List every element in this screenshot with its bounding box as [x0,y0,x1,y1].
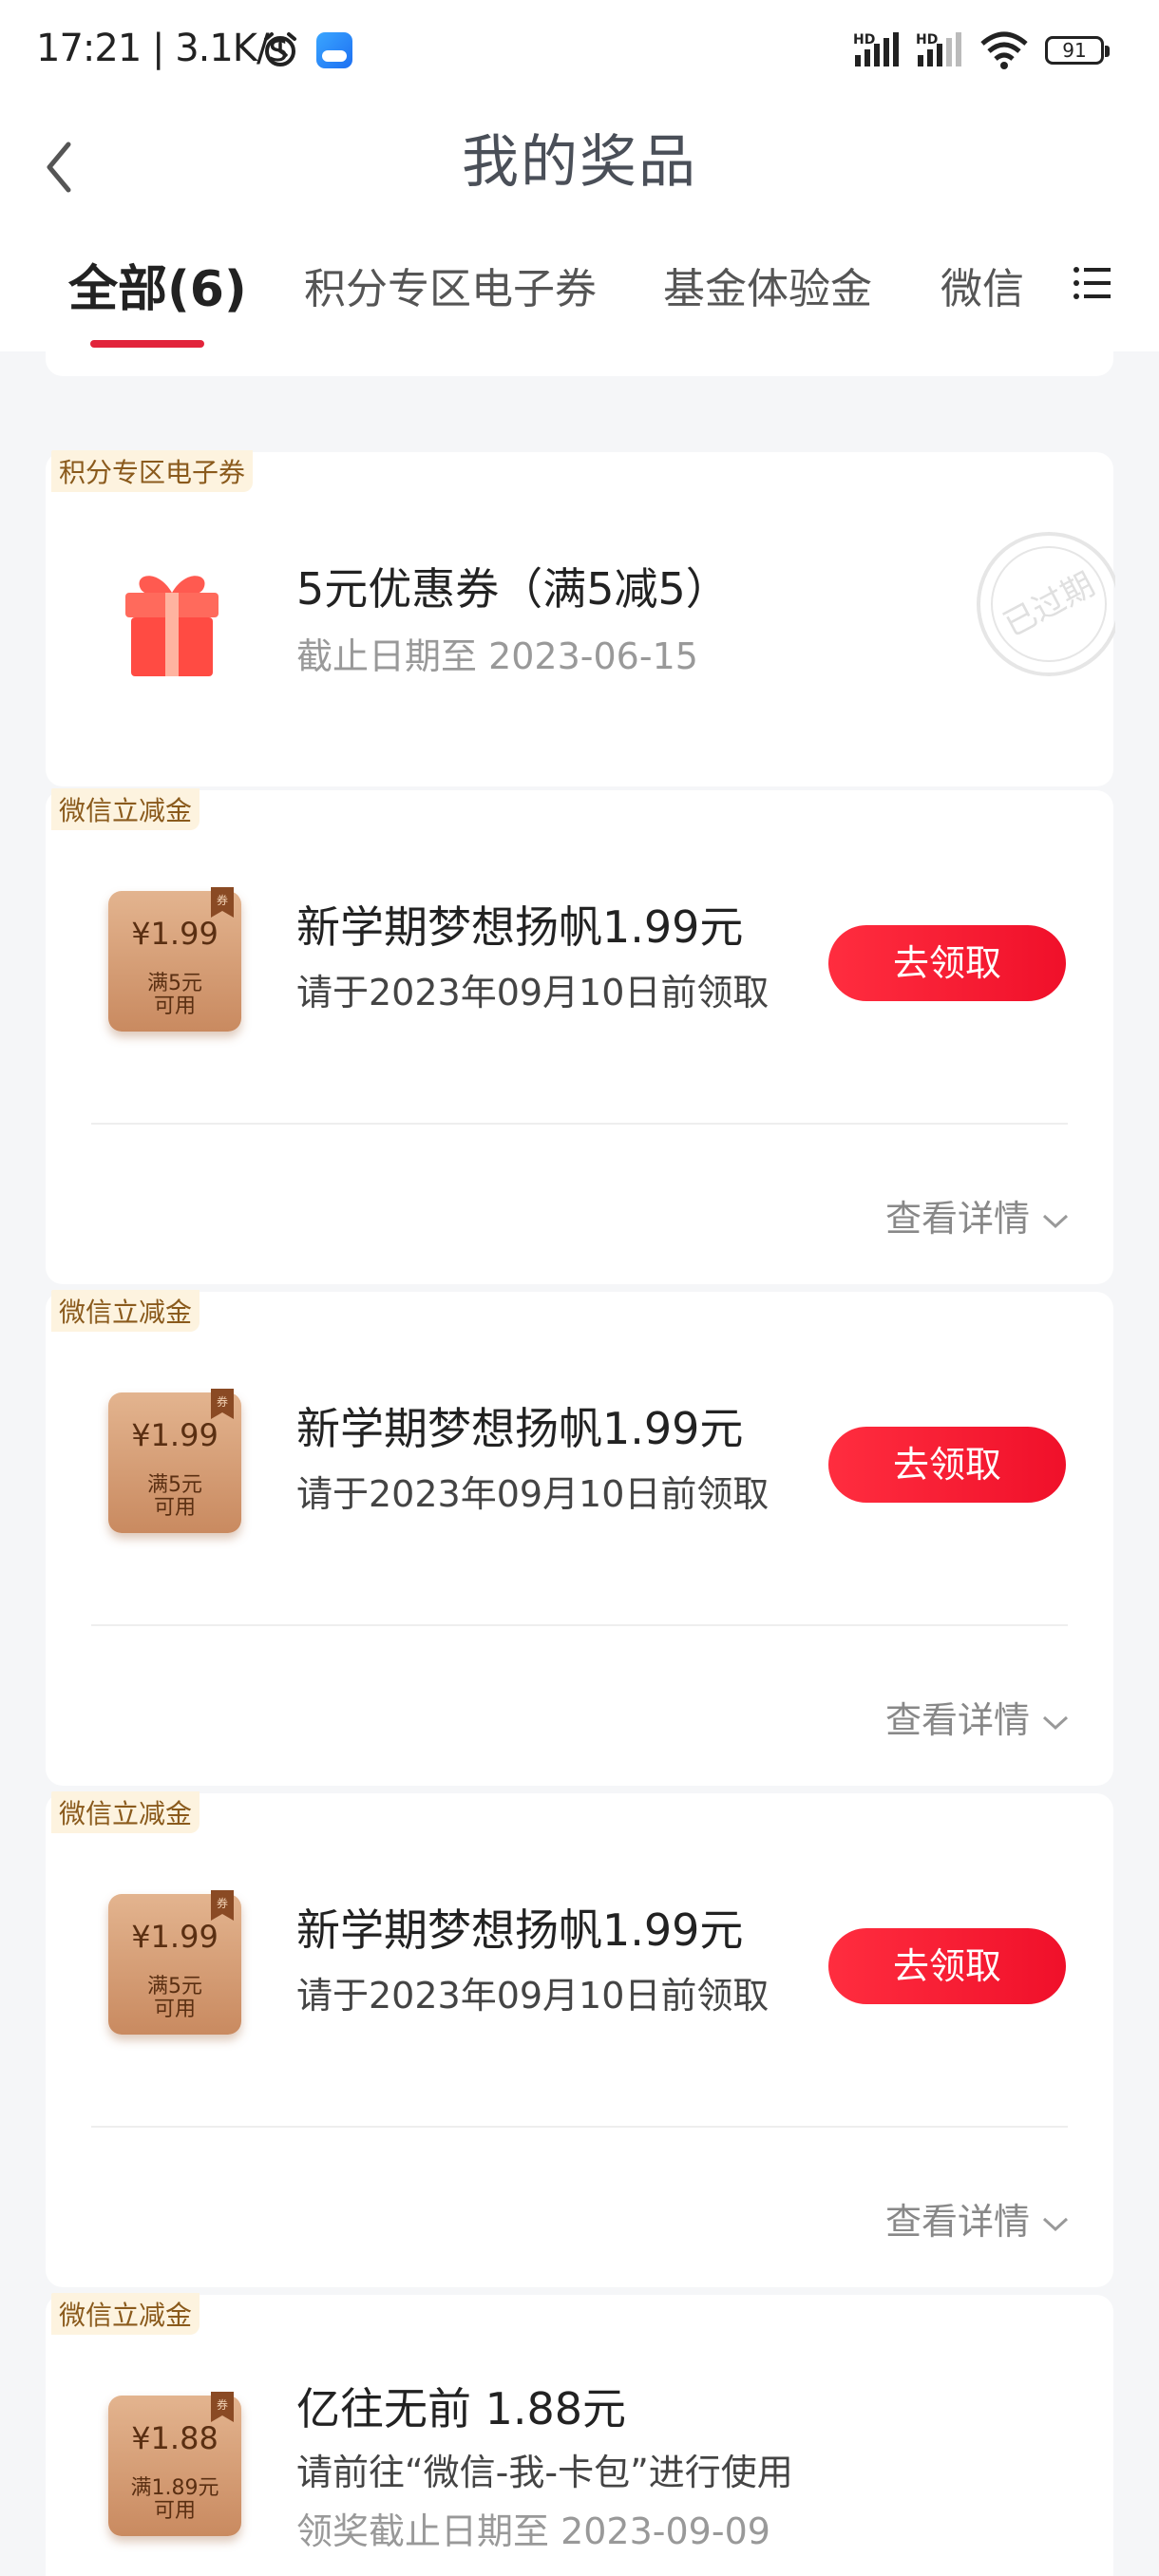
status-bar: 17:21 | 3.1K/s HD HD 91 [0,0,1159,104]
tab-fund-trial[interactable]: 基金体验金 [663,255,872,315]
prize-category-tag: 积分专区电子券 [51,450,254,492]
tab-points-coupons[interactable]: 积分专区电子券 [304,255,597,315]
status-time: 17:21 | 3.1K/s [36,27,288,70]
tab-menu-button[interactable] [1072,262,1113,304]
alarm-icon [264,32,296,66]
divider [91,2126,1068,2128]
active-tab-indicator [90,340,204,348]
coupon-icon: 券 ¥1.99 满5元 可用 [108,1389,241,1533]
coupon-amount: ¥1.99 [131,1919,218,1955]
title-bar: 我的奖品 [0,104,1159,237]
prize-card-partial [46,351,1113,376]
prize-deadline: 截止日期至 2023-06-15 [296,635,698,677]
svg-text:已过期: 已过期 [998,565,1101,644]
prize-list[interactable]: 积分专区电子券 5元优惠券（满5减5） 截止日期至 2023-06-15 已过期… [0,351,1159,2576]
tab-wechat[interactable]: 微信 [940,255,1024,315]
coupon-condition: 满1.89元 可用 [130,2476,219,2523]
chevron-down-icon [1042,1214,1069,1228]
prize-card[interactable]: 微信立减金 券 ¥1.99 满5元 可用 新学期梦想扬帆1.99元 请于2023年… [46,1791,1113,2287]
signal-icon [918,32,961,66]
battery-icon: 91 [1045,36,1110,65]
view-details-link[interactable]: 查看详情 [885,1189,1070,1241]
view-details-link[interactable]: 查看详情 [885,1691,1070,1743]
coupon-flag: 券 [211,1389,234,1419]
claim-button[interactable]: 去领取 [828,925,1066,1001]
chevron-down-icon [1042,2217,1069,2231]
coupon-amount: ¥1.99 [131,916,218,952]
chevron-down-icon [1042,1715,1069,1730]
prize-subtitle: 请前往“微信-我-卡包”进行使用 [296,2452,793,2493]
gift-icon [125,576,218,676]
prize-card[interactable]: 微信立减金 券 ¥1.99 满5元 可用 新学期梦想扬帆1.99元 请于2023年… [46,1290,1113,1786]
claim-button[interactable]: 去领取 [828,1427,1066,1503]
coupon-icon: 券 ¥1.88 满1.89元 可用 [108,2392,241,2536]
coupon-condition: 满5元 可用 [147,972,202,1018]
prize-card[interactable]: 微信立减金 券 ¥1.99 满5元 可用 新学期梦想扬帆1.99元 请于2023年… [46,788,1113,1284]
prize-title: 5元优惠券（满5减5） [296,563,730,615]
prize-subtitle: 请于2023年09月10日前领取 [296,972,770,1013]
prize-title: 新学期梦想扬帆1.99元 [296,901,744,953]
coupon-condition: 满5元 可用 [147,1975,202,2021]
signal-icon [855,32,899,66]
coupon-icon: 券 ¥1.99 满5元 可用 [108,1890,241,2035]
prize-subtitle: 请于2023年09月10日前领取 [296,1473,770,1515]
prize-title: 亿往无前 1.88元 [296,2383,627,2434]
divider [91,1624,1068,1626]
page-title: 我的奖品 [462,129,697,196]
prize-title: 新学期梦想扬帆1.99元 [296,1403,744,1454]
prize-card[interactable]: 积分专区电子券 5元优惠券（满5减5） 截止日期至 2023-06-15 已过期 [46,450,1115,786]
prize-category-tag: 微信立减金 [51,788,200,830]
prize-card[interactable]: 微信立减金 券 ¥1.88 满1.89元 可用 亿往无前 1.88元 请前往“微信… [46,2293,1113,2576]
list-menu-icon [1074,267,1111,299]
coupon-amount: ¥1.88 [131,2420,218,2456]
app-notification-icon [316,32,352,68]
coupon-flag: 券 [211,1890,234,1921]
coupon-flag: 券 [211,887,234,918]
divider [91,1123,1068,1125]
coupon-flag: 券 [211,2392,234,2422]
prize-deadline: 领奖截止日期至 2023-09-09 [296,2510,770,2552]
prize-title: 新学期梦想扬帆1.99元 [296,1904,744,1956]
prize-subtitle: 请于2023年09月10日前领取 [296,1975,770,2017]
coupon-condition: 满5元 可用 [147,1473,202,1520]
coupon-amount: ¥1.99 [131,1417,218,1453]
prize-category-tag: 微信立减金 [51,1290,200,1332]
expired-stamp: 已过期 [977,532,1115,676]
coupon-icon: 券 ¥1.99 满5元 可用 [108,887,241,1032]
prize-category-tag: 微信立减金 [51,2293,200,2335]
wifi-icon [980,31,1028,69]
tab-all[interactable]: 全部(6) [68,249,247,320]
prize-category-tag: 微信立减金 [51,1791,200,1833]
view-details-link[interactable]: 查看详情 [885,2192,1070,2245]
claim-button[interactable]: 去领取 [828,1928,1066,2004]
tab-bar: 全部(6) 积分专区电子券 基金体验金 微信 [0,237,1159,351]
